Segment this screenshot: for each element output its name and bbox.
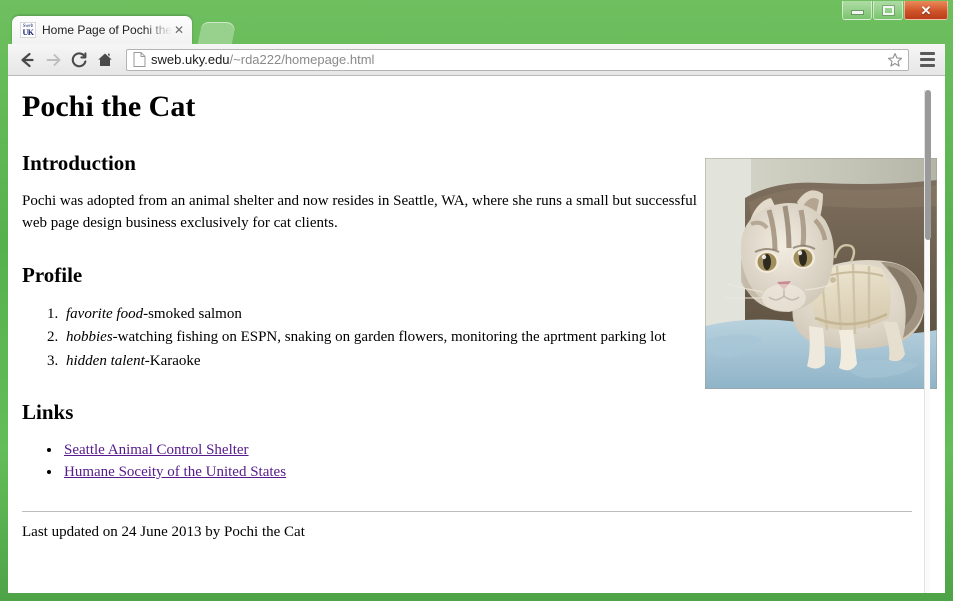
tab-title: Home Page of Pochi the Cat [42, 23, 172, 37]
url-path: /~rda222/homepage.html [229, 52, 375, 67]
link-humane-society-united-states[interactable]: Humane Soceity of the United States [64, 464, 286, 480]
bookmark-star-button[interactable] [886, 51, 904, 69]
title-bar: ✕ Sweb UK Home Page of Pochi the Cat ✕ [0, 0, 953, 44]
web-page-content: Pochi the Cat Introduction Pochi was ado… [8, 90, 937, 593]
browser-toolbar: sweb.uky.edu/~rda222/homepage.html [8, 44, 945, 76]
list-item: Humane Soceity of the United States [62, 462, 922, 483]
forward-button[interactable] [40, 47, 66, 73]
forward-arrow-icon [46, 53, 61, 66]
back-button[interactable] [14, 47, 40, 73]
url-text: sweb.uky.edu/~rda222/homepage.html [151, 52, 886, 67]
address-bar[interactable]: sweb.uky.edu/~rda222/homepage.html [126, 48, 909, 71]
cat-photo [705, 158, 937, 389]
maximize-icon [882, 5, 894, 15]
scrollbar-thumb[interactable] [925, 90, 931, 240]
page-title: Pochi the Cat [22, 90, 196, 123]
link-seattle-animal-control-shelter[interactable]: Seattle Animal Control Shelter [64, 442, 249, 458]
list-item: Seattle Animal Control Shelter [62, 440, 922, 461]
hamburger-line-3 [919, 64, 935, 67]
page-scrollbar[interactable] [924, 90, 931, 593]
url-host: sweb.uky.edu [151, 52, 230, 67]
maximize-button[interactable] [873, 1, 903, 20]
profile-item-label: hidden talent [66, 352, 145, 369]
browser-window: ✕ Sweb UK Home Page of Pochi the Cat ✕ [0, 0, 953, 601]
chrome-menu-button[interactable] [915, 48, 939, 72]
footer-text: Last updated on 24 June 2013 by Pochi th… [22, 524, 305, 541]
hamburger-line-1 [919, 52, 935, 55]
hamburger-line-2 [919, 58, 935, 61]
profile-item-label: hobbies [66, 329, 113, 346]
heading-links: Links [22, 400, 74, 425]
links-list: Seattle Animal Control Shelter Humane So… [22, 440, 922, 483]
tab-close-icon[interactable]: ✕ [172, 23, 186, 37]
reload-button[interactable] [66, 47, 92, 73]
footer-divider [22, 511, 912, 513]
profile-item-text: -Karaoke [144, 352, 201, 369]
favicon-bottom-text: UK [22, 28, 35, 37]
new-tab-button[interactable] [197, 22, 237, 44]
profile-item-label: favorite food [66, 305, 144, 322]
reload-icon [71, 51, 87, 67]
close-window-button[interactable]: ✕ [904, 1, 948, 20]
home-icon [98, 53, 112, 66]
tab-home-page-of-pochi-the-cat[interactable]: Sweb UK Home Page of Pochi the Cat ✕ [12, 16, 192, 44]
page-document-icon [133, 52, 146, 67]
minimize-icon [851, 11, 863, 14]
page-viewport: Pochi the Cat Introduction Pochi was ado… [8, 76, 945, 593]
profile-item-text: -watching fishing on ESPN, snaking on ga… [112, 329, 666, 346]
profile-item-text: -smoked salmon [143, 305, 242, 322]
uk-favicon-icon: Sweb UK [20, 22, 36, 38]
tab-strip: Sweb UK Home Page of Pochi the Cat ✕ [0, 16, 860, 44]
close-icon: ✕ [920, 2, 932, 18]
home-button[interactable] [92, 47, 118, 73]
back-arrow-icon [21, 52, 34, 67]
introduction-paragraph: Pochi was adopted from an animal shelter… [22, 193, 697, 231]
cat-photo-image [705, 158, 937, 389]
star-icon [887, 52, 903, 67]
